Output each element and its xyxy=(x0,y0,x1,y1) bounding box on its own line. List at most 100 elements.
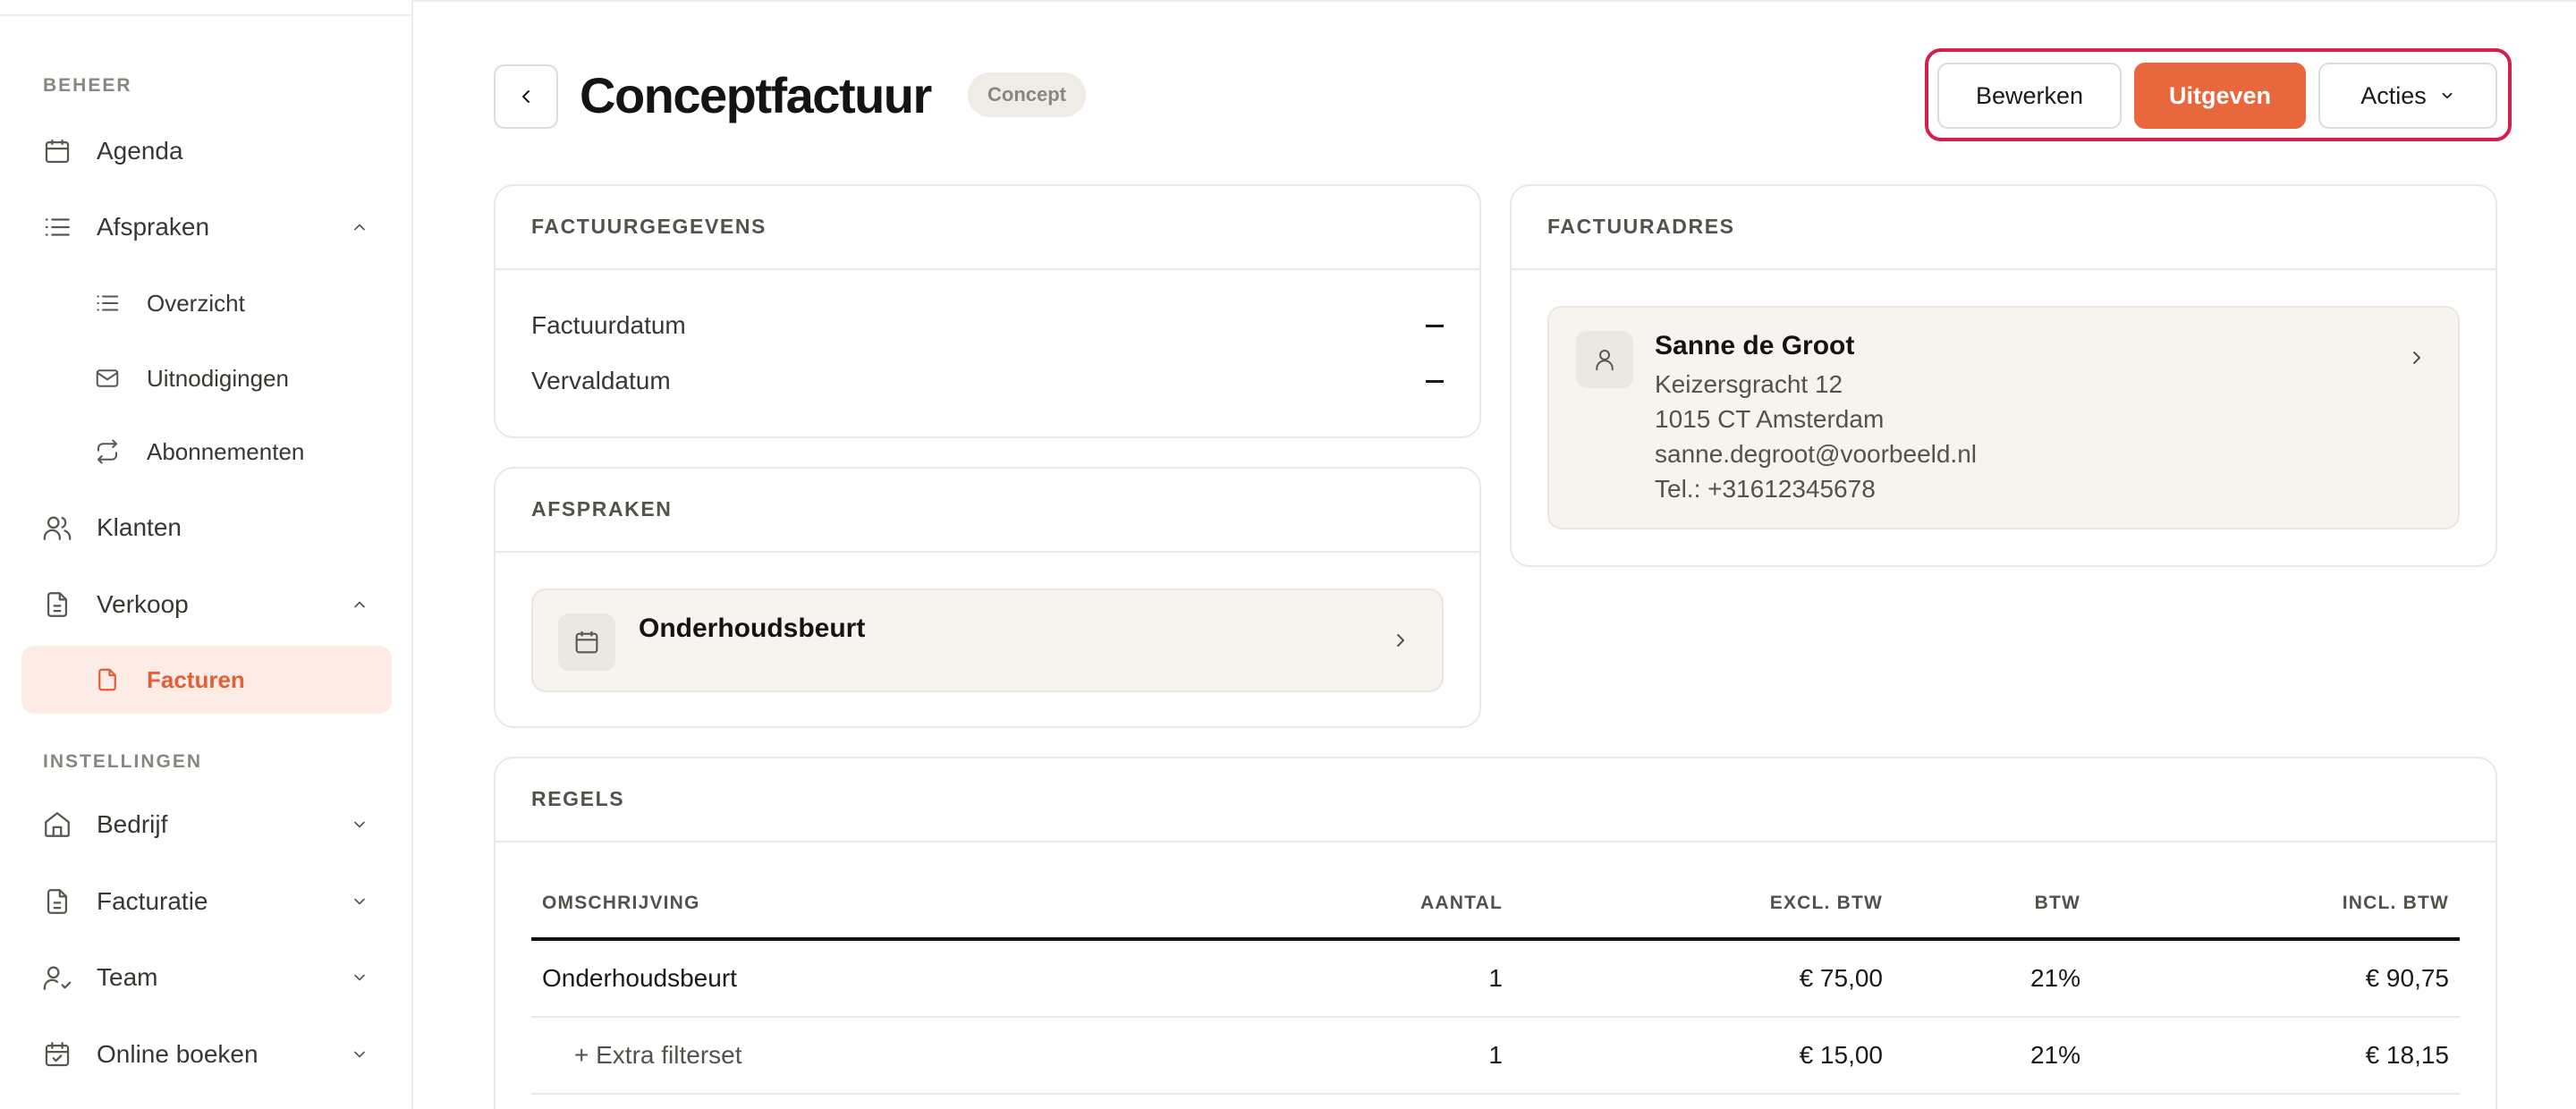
empty-value-dash xyxy=(1426,324,1444,327)
sidebar-item-abonnementen[interactable]: Abonnementen xyxy=(21,418,392,486)
customer-email: sanne.degroot@voorbeeld.nl xyxy=(1655,440,1978,468)
chevron-down-icon xyxy=(349,814,370,835)
calendar-icon xyxy=(41,135,73,167)
sidebar-item-facturatie[interactable]: Facturatie xyxy=(21,868,392,935)
users-icon xyxy=(41,512,73,544)
actions-label: Acties xyxy=(2360,81,2427,109)
chevron-up-icon xyxy=(349,216,370,238)
calendar-check-icon xyxy=(41,1038,73,1071)
sidebar-item-verkoop[interactable]: Verkoop xyxy=(21,571,392,639)
section-label-manage: BEHEER xyxy=(43,75,132,96)
sidebar-item-online-boeken[interactable]: Online boeken xyxy=(21,1020,392,1088)
empty-value-dash xyxy=(1426,379,1444,383)
top-divider xyxy=(413,0,2576,2)
line-description: + Extra filterset xyxy=(574,1041,742,1069)
line-quantity: 1 xyxy=(1488,1041,1503,1069)
sidebar-item-label: Klanten xyxy=(97,513,182,541)
chevron-left-icon xyxy=(515,86,537,107)
action-button-group: Bewerken Uitgeven Acties xyxy=(1925,48,2512,141)
document-icon xyxy=(41,588,73,621)
table-row[interactable]: + Extra filterset 1 € 15,00 21% € 18,15 xyxy=(531,1018,2460,1095)
mail-icon xyxy=(93,364,122,393)
line-vat: 21% xyxy=(2029,1041,2080,1069)
publish-button[interactable]: Uitgeven xyxy=(2134,63,2306,129)
column-header-incl: INCL. BTW xyxy=(2342,893,2449,913)
user-icon xyxy=(1576,331,1633,388)
sidebar-item-label: Overzicht xyxy=(147,289,245,317)
sidebar-item-label: Verkoop xyxy=(97,590,189,618)
column-header-vat: BTW xyxy=(2034,893,2080,913)
chevron-down-icon xyxy=(349,1044,370,1065)
line-incl: € 90,75 xyxy=(2365,964,2449,992)
detail-row-invoice-date: Factuurdatum xyxy=(531,308,1444,343)
detail-row-due-date: Vervaldatum xyxy=(531,363,1444,399)
column-header-excl: EXCL. BTW xyxy=(1769,893,1883,913)
line-quantity: 1 xyxy=(1488,964,1503,992)
customer-phone: Tel.: +31612345678 xyxy=(1655,475,1876,503)
detail-label: Factuurdatum xyxy=(531,311,686,339)
sidebar-item-klanten[interactable]: Klanten xyxy=(21,494,392,562)
sidebar-item-label: Facturatie xyxy=(97,887,208,915)
calendar-icon xyxy=(558,614,615,671)
sidebar-item-overzicht[interactable]: Overzicht xyxy=(21,269,392,337)
card-divider xyxy=(496,841,2496,842)
chevron-down-icon xyxy=(349,967,370,988)
sidebar-item-label: Uitnodigingen xyxy=(147,364,290,392)
column-header-quantity: AANTAL xyxy=(1420,893,1503,913)
card-title: FACTUURGEGEVENS xyxy=(531,215,767,238)
edit-button[interactable]: Bewerken xyxy=(1937,63,2122,129)
repeat-icon xyxy=(93,437,122,466)
column-header-description: OMSCHRIJVING xyxy=(542,893,700,913)
sidebar-item-team[interactable]: Team xyxy=(21,944,392,1012)
line-excl: € 75,00 xyxy=(1799,964,1883,992)
chevron-right-icon xyxy=(1390,630,1411,651)
appointment-name: Onderhoudsbeurt xyxy=(639,614,866,643)
user-check-icon xyxy=(41,961,73,994)
chevron-down-icon xyxy=(2439,88,2455,104)
detail-label: Vervaldatum xyxy=(531,367,671,394)
sidebar-item-uitnodigingen[interactable]: Uitnodigingen xyxy=(21,344,392,412)
invoice-details-card: FACTUURGEGEVENS Factuurdatum Vervaldatum xyxy=(494,184,1481,438)
sidebar-item-label: Team xyxy=(97,963,158,991)
address-city: 1015 CT Amsterdam xyxy=(1655,405,1885,433)
appointment-item[interactable]: Onderhoudsbeurt xyxy=(531,588,1444,692)
line-vat: 21% xyxy=(2029,964,2080,992)
document-icon xyxy=(41,885,73,918)
sidebar-item-label: Abonnementen xyxy=(147,437,305,465)
card-divider xyxy=(496,551,1479,553)
billing-address-card: FACTUURADRES Sanne de Groot Keizersgrach… xyxy=(1510,184,2497,567)
table-row[interactable]: Onderhoudsbeurt 1 € 75,00 21% € 90,75 xyxy=(531,941,2460,1018)
sidebar-item-bedrijf[interactable]: Bedrijf xyxy=(21,791,392,859)
sidebar-item-afspraken[interactable]: Afspraken xyxy=(21,193,392,261)
chevron-down-icon xyxy=(349,891,370,912)
card-title: FACTUURADRES xyxy=(1547,215,1735,238)
list-icon xyxy=(41,211,73,243)
status-badge: Concept xyxy=(968,72,1086,117)
card-title: REGELS xyxy=(531,787,625,810)
chevron-right-icon xyxy=(2406,347,2428,368)
main-content: Conceptfactuur Concept Bewerken Uitgeven… xyxy=(413,0,2576,1109)
list-icon xyxy=(93,289,122,317)
chevron-up-icon xyxy=(349,594,370,615)
sidebar-item-label: Facturen xyxy=(147,665,245,693)
line-incl: € 18,15 xyxy=(2365,1041,2449,1069)
sidebar: BEHEER Agenda Afspraken Overzicht Uitnod… xyxy=(0,0,413,1109)
section-label-settings: INSTELLINGEN xyxy=(43,751,203,772)
card-divider xyxy=(1512,268,2496,270)
sidebar-item-label: Online boeken xyxy=(97,1040,258,1068)
sidebar-item-label: Agenda xyxy=(97,137,183,165)
appointments-card: AFSPRAKEN Onderhoudsbeurt xyxy=(494,467,1481,728)
actions-dropdown-button[interactable]: Acties xyxy=(2318,63,2497,129)
sidebar-top-divider xyxy=(0,14,411,16)
customer-name: Sanne de Groot xyxy=(1655,331,1855,360)
back-button[interactable] xyxy=(494,64,558,129)
card-title: AFSPRAKEN xyxy=(531,497,673,521)
home-icon xyxy=(41,808,73,841)
address-street: Keizersgracht 12 xyxy=(1655,370,1843,398)
line-excl: € 15,00 xyxy=(1799,1041,1883,1069)
sidebar-item-agenda[interactable]: Agenda xyxy=(21,117,392,185)
sidebar-item-label: Bedrijf xyxy=(97,810,168,838)
invoice-lines-card: REGELS OMSCHRIJVING AANTAL EXCL. BTW BTW… xyxy=(494,757,2497,1109)
sidebar-item-facturen[interactable]: Facturen xyxy=(21,646,392,714)
customer-address-item[interactable]: Sanne de Groot Keizersgracht 12 1015 CT … xyxy=(1547,306,2460,529)
